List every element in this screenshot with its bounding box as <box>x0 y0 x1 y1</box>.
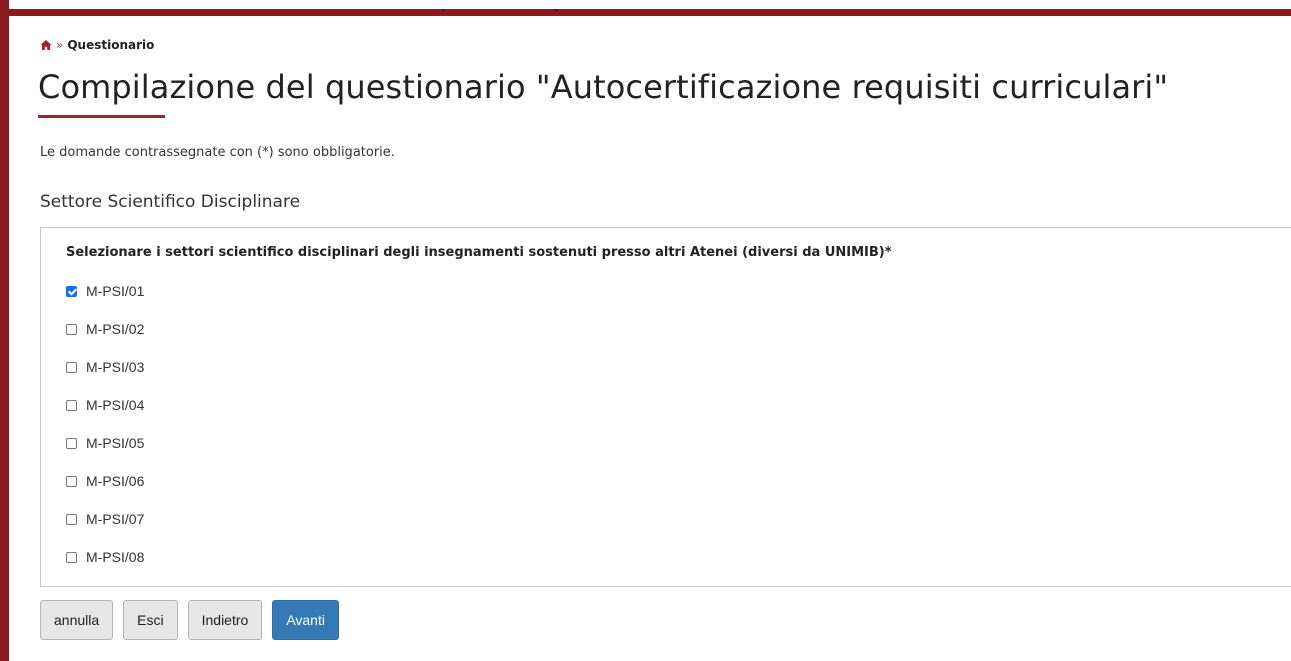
question-label: Selezionare i settori scientifico discip… <box>66 245 892 260</box>
section-title: Settore Scientifico Disciplinare <box>40 192 301 212</box>
option-label: M-PSI/08 <box>86 549 145 565</box>
checkbox-m-psi-04[interactable] <box>66 399 77 411</box>
option-label: M-PSI/05 <box>86 435 145 451</box>
option-m-psi-08[interactable]: M-PSI/08 <box>66 538 144 576</box>
option-m-psi-02[interactable]: M-PSI/02 <box>66 310 144 348</box>
checkbox-m-psi-05[interactable] <box>66 437 77 449</box>
option-label: M-PSI/01 <box>86 283 145 299</box>
option-label: M-PSI/02 <box>86 321 145 337</box>
home-icon[interactable] <box>40 39 52 51</box>
breadcrumb: » Questionario <box>40 38 154 52</box>
frame-inner-fill <box>9 0 1291 9</box>
title-underline <box>38 115 165 118</box>
breadcrumb-separator: » <box>56 38 64 52</box>
indietro-button[interactable]: Indietro <box>187 600 263 640</box>
option-label: M-PSI/07 <box>86 511 145 527</box>
checkbox-m-psi-03[interactable] <box>66 361 77 373</box>
option-label: M-PSI/06 <box>86 473 145 489</box>
option-label: M-PSI/04 <box>86 397 145 413</box>
option-m-psi-06[interactable]: M-PSI/06 <box>66 462 144 500</box>
left-frame-bar <box>0 0 9 661</box>
avanti-button[interactable]: Avanti <box>272 600 339 640</box>
checkbox-m-psi-06[interactable] <box>66 475 77 487</box>
annulla-button[interactable]: annulla <box>40 600 114 640</box>
option-label: M-PSI/03 <box>86 359 145 375</box>
option-m-psi-03[interactable]: M-PSI/03 <box>66 348 144 386</box>
question-box: Selezionare i settori scientifico discip… <box>40 227 1291 587</box>
checkbox-m-psi-07[interactable] <box>66 513 77 525</box>
checkbox-m-psi-02[interactable] <box>66 323 77 335</box>
option-m-psi-04[interactable]: M-PSI/04 <box>66 386 144 424</box>
top-frame-bar: Compilazione questionario <box>0 0 1291 16</box>
form-actions: annulla Esci Indietro Avanti <box>40 600 339 640</box>
checkbox-m-psi-01[interactable] <box>66 285 77 297</box>
mandatory-note: Le domande contrassegnate con (*) sono o… <box>40 145 395 160</box>
options-list: M-PSI/01 M-PSI/02 M-PSI/03 M-PSI/04 M-PS… <box>66 272 144 576</box>
breadcrumb-current: Questionario <box>67 38 155 52</box>
checkbox-m-psi-08[interactable] <box>66 551 77 563</box>
option-m-psi-07[interactable]: M-PSI/07 <box>66 500 144 538</box>
esci-button[interactable]: Esci <box>123 600 178 640</box>
option-m-psi-05[interactable]: M-PSI/05 <box>66 424 144 462</box>
option-m-psi-01[interactable]: M-PSI/01 <box>66 272 144 310</box>
page-title: Compilazione del questionario "Autocerti… <box>38 68 1169 106</box>
